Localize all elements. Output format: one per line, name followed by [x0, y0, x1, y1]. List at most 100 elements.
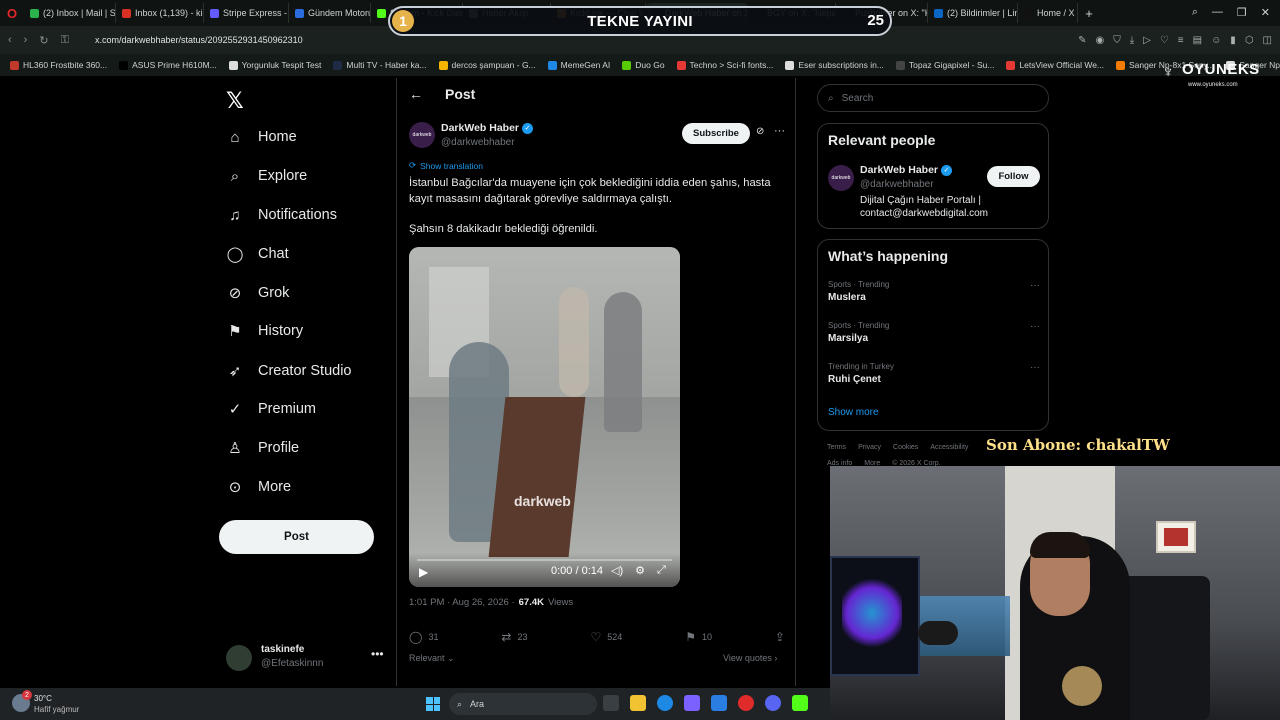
follow-button[interactable]: Follow	[987, 166, 1040, 187]
bookmark-item[interactable]: HL360 Frostbite 360...	[4, 60, 113, 70]
download-icon[interactable]: ⤓	[1130, 35, 1134, 46]
wallet-icon[interactable]: ▮	[1230, 35, 1236, 46]
bookmark-button[interactable]: ⚑ 10	[685, 630, 712, 644]
trend-item[interactable]: Trending in Turkey Ruhi Çenet ···	[828, 362, 1040, 385]
more-icon[interactable]: •••	[371, 647, 384, 661]
video-progress-bar[interactable]	[417, 559, 672, 561]
menu-icon[interactable]: ≡	[1178, 35, 1184, 46]
x-logo-icon[interactable]: 𝕏	[226, 88, 244, 114]
windows-start-icon[interactable]	[426, 697, 440, 711]
shield-icon[interactable]: ⛉	[1113, 35, 1121, 46]
sidebar-item-premium[interactable]: ✓ Premium	[226, 400, 316, 418]
heart-icon[interactable]: ♡	[1160, 35, 1169, 46]
author-avatar[interactable]: darkweb	[828, 165, 854, 191]
tab-0[interactable]: (2) Inbox | Mail | SC	[24, 3, 116, 23]
author-handle[interactable]: @darkwebhaber	[441, 137, 515, 148]
bookmark-item[interactable]: Techno > Sci-fi fonts...	[671, 60, 780, 70]
footer-link[interactable]: Cookies	[893, 444, 918, 451]
back-icon[interactable]: ‹	[8, 34, 12, 47]
reply-sort-dropdown[interactable]: Relevant ⌄	[409, 653, 455, 664]
bookmark-item[interactable]: dercos şampuan - G...	[433, 60, 542, 70]
profile-icon[interactable]: ☺	[1211, 35, 1221, 46]
weather-widget[interactable]: 2 30°C Hafif yağmur	[12, 690, 102, 716]
bookmark-item[interactable]: Topaz Gigapixel - Su...	[890, 60, 1001, 70]
post-button[interactable]: Post	[219, 520, 374, 554]
discord-icon[interactable]	[765, 695, 781, 711]
settings-icon[interactable]: ⬡	[1245, 35, 1254, 46]
trend-item[interactable]: Sports · Trending Marsilya ···	[828, 321, 1040, 344]
task-view-icon[interactable]	[603, 695, 619, 711]
maximize-icon[interactable]: ❐	[1237, 6, 1247, 19]
view-quotes-link[interactable]: View quotes ›	[723, 653, 777, 663]
store-icon[interactable]	[711, 695, 727, 711]
tab-3[interactable]: Gündem Motoru	[289, 3, 371, 23]
bookmark-item[interactable]: Yorgunluk Tespit Test	[223, 60, 328, 70]
grok-icon[interactable]: ⊘	[756, 126, 764, 137]
more-icon[interactable]: ···	[1030, 362, 1040, 373]
account-switcher[interactable]: taskinefe @Efetaskinnn •••	[226, 642, 386, 676]
taskbar-search[interactable]: ⌕ Ara	[449, 693, 597, 715]
edit-icon[interactable]: ✎	[1078, 35, 1086, 46]
relevant-person-name[interactable]: DarkWeb Haber ✓	[860, 164, 953, 176]
sidebar-item-home[interactable]: ⌂ Home	[226, 128, 296, 146]
post-timestamp[interactable]: 1:01 PM · Aug 26, 2026 ·	[409, 597, 515, 608]
sidebar-item-profile[interactable]: ♙ Profile	[226, 439, 299, 457]
bookmark-item[interactable]: Eser subscriptions in...	[779, 60, 890, 70]
url-field[interactable]: x.com/darkwebhaber/status/20925529314509…	[95, 35, 303, 45]
edge-icon[interactable]	[657, 695, 673, 711]
bookmark-item[interactable]: ASUS Prime H610M...	[113, 60, 223, 70]
sidebar-item-history[interactable]: ⚑ History	[226, 322, 303, 340]
share-button[interactable]: ⇪	[775, 630, 785, 644]
footer-link[interactable]: Terms	[827, 444, 846, 451]
bookmark-item[interactable]: LetsView Official We...	[1000, 60, 1110, 70]
bookmark-item[interactable]: MemeGen AI	[542, 60, 617, 70]
tab-2[interactable]: Stripe Express - Log	[204, 3, 289, 23]
tab-11[interactable]: Home / X	[1018, 3, 1078, 23]
show-translation-link[interactable]: ⟳ Show translation	[409, 160, 483, 171]
opera-menu-icon[interactable]: O	[0, 6, 24, 21]
back-arrow-icon[interactable]: ←	[409, 86, 423, 102]
video-player[interactable]: darkweb ▶ 0:00 / 0:14 ◁) ⚙ ⤢	[409, 247, 680, 587]
author-avatar[interactable]: darkweb	[409, 122, 435, 148]
trend-item[interactable]: Sports · Trending Muslera ···	[828, 280, 1040, 303]
more-icon[interactable]: ···	[1030, 280, 1040, 291]
show-more-link[interactable]: Show more	[828, 407, 879, 418]
tab-10[interactable]: (2) Bildirimler | Link	[928, 3, 1018, 23]
copilot-icon[interactable]	[684, 695, 700, 711]
footer-link[interactable]: Privacy	[858, 444, 881, 451]
fullscreen-icon[interactable]: ⤢	[657, 564, 666, 577]
search-tabs-icon[interactable]: ⌕	[1192, 6, 1198, 19]
repost-button[interactable]: ⇄ 23	[501, 630, 527, 644]
reload-icon[interactable]: ↻	[39, 34, 48, 47]
play-icon[interactable]: ▶	[419, 565, 428, 579]
extensions-icon[interactable]: ▤	[1193, 35, 1202, 46]
sidebar-item-more[interactable]: ⊙ More	[226, 478, 291, 496]
more-icon[interactable]: ···	[774, 125, 785, 137]
play-icon[interactable]: ▷	[1143, 35, 1151, 46]
footer-link[interactable]: Accessibility	[930, 444, 968, 451]
search-input[interactable]: ⌕ Search	[817, 84, 1049, 112]
kick-icon[interactable]	[792, 695, 808, 711]
subscribe-button[interactable]: Subscribe	[682, 123, 750, 144]
new-tab-button[interactable]: +	[1078, 6, 1100, 21]
like-button[interactable]: ♡ 524	[590, 630, 622, 644]
opera-icon[interactable]	[738, 695, 754, 711]
sidebar-icon[interactable]: ◫	[1263, 35, 1272, 46]
forward-icon[interactable]: ›	[24, 34, 28, 47]
sidebar-item-explore[interactable]: ⌕ Explore	[226, 167, 307, 185]
sidebar-item-grok[interactable]: ⊘ Grok	[226, 284, 290, 302]
sidebar-item-chat[interactable]: ◯ Chat	[226, 245, 289, 263]
settings-icon[interactable]: ⚙	[635, 564, 645, 577]
sidebar-item-notifications[interactable]: ♫ Notifications	[226, 206, 337, 224]
bookmark-item[interactable]: Multi TV - Haber ka...	[327, 60, 432, 70]
volume-icon[interactable]: ◁)	[611, 564, 623, 577]
close-icon[interactable]: ✕	[1261, 6, 1270, 19]
minimize-icon[interactable]: —	[1212, 6, 1223, 19]
author-name[interactable]: DarkWeb Haber ✓	[441, 122, 534, 134]
bookmark-item[interactable]: Duo Go	[616, 60, 670, 70]
camera-icon[interactable]: ◉	[1095, 35, 1104, 46]
reply-button[interactable]: ◯ 31	[409, 630, 438, 644]
more-icon[interactable]: ···	[1030, 321, 1040, 332]
tab-1[interactable]: Inbox (1,139) - kick	[116, 3, 204, 23]
file-explorer-icon[interactable]	[630, 695, 646, 711]
